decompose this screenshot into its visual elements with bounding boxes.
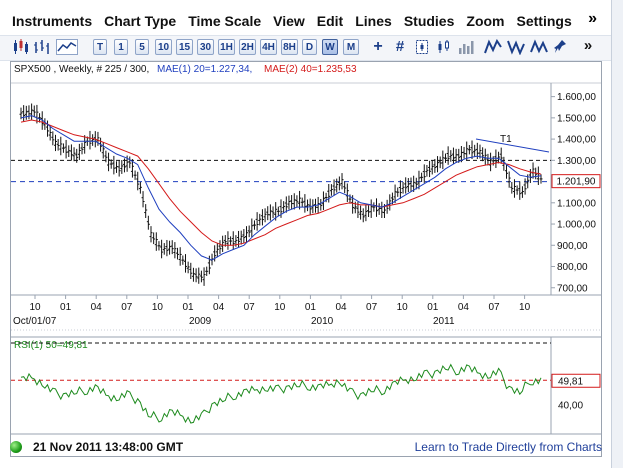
time-axis-month-label: 10 bbox=[152, 302, 164, 313]
window-edge bbox=[612, 0, 623, 468]
time-axis-year-label: 2010 bbox=[311, 316, 334, 327]
time-axis-month-label: 04 bbox=[458, 302, 470, 313]
current-price-value: 1.201,90 bbox=[557, 177, 596, 188]
line-chart-icon[interactable] bbox=[56, 39, 78, 55]
bar-chart-icon[interactable] bbox=[33, 39, 51, 55]
menu-settings[interactable]: Settings bbox=[517, 13, 572, 29]
volume-bars-icon[interactable] bbox=[458, 39, 476, 55]
timeframe-10m-button[interactable]: 10 bbox=[155, 39, 172, 55]
time-axis-month-label: 04 bbox=[91, 302, 103, 313]
timeframe-weekly-button[interactable]: W bbox=[322, 39, 338, 55]
trend-tool-icon[interactable] bbox=[484, 38, 502, 55]
time-axis-month-label: 07 bbox=[244, 302, 256, 313]
time-axis-month-label: 01 bbox=[60, 302, 72, 313]
chart-panel[interactable]: SPX500 , Weekly, # 225 / 300, MAE(1) 20=… bbox=[10, 61, 602, 457]
price-axis-tick-label: 900,00 bbox=[557, 241, 588, 252]
timeframe-1m-button[interactable]: 1 bbox=[114, 39, 128, 55]
time-axis-month-label: 10 bbox=[274, 302, 286, 313]
toolbar: T 1 5 10 15 30 1H 2H 4H 8H D W M + # » bbox=[0, 35, 611, 61]
time-axis-month-label: 01 bbox=[427, 302, 439, 313]
time-axis-month-label: 07 bbox=[121, 302, 133, 313]
chart-header-mae2: MAE(2) 40=1.235,53 bbox=[264, 64, 357, 75]
timeframe-1h-button[interactable]: 1H bbox=[218, 39, 235, 55]
chart-application: Instruments Chart Type Time Scale View E… bbox=[0, 0, 612, 468]
pin-icon[interactable] bbox=[553, 39, 567, 55]
price-axis-tick-label: 1.100,00 bbox=[557, 198, 596, 209]
status-datetime: 21 Nov 2011 13:48:00 GMT bbox=[33, 440, 184, 454]
timeframe-daily-button[interactable]: D bbox=[302, 39, 317, 55]
price-axis-tick-label: 800,00 bbox=[557, 262, 588, 273]
data-window-icon[interactable] bbox=[414, 39, 430, 55]
timeframe-tick-button[interactable]: T bbox=[93, 39, 107, 55]
pattern-tool-icon[interactable] bbox=[530, 39, 548, 55]
menu-time-scale[interactable]: Time Scale bbox=[188, 13, 261, 29]
annotation-t1: T1 bbox=[500, 134, 512, 145]
price-axis-tick-label: 1.300,00 bbox=[557, 156, 596, 167]
time-axis-month-label: 01 bbox=[305, 302, 317, 313]
price-axis-tick-label: 1.000,00 bbox=[557, 220, 596, 231]
rsi-value: 49,81 bbox=[558, 376, 583, 387]
chart-background bbox=[11, 62, 601, 456]
crosshair-icon[interactable]: + bbox=[370, 39, 386, 55]
time-axis-month-label: 10 bbox=[397, 302, 409, 313]
connection-status-icon bbox=[10, 441, 22, 453]
candle-style-icon[interactable] bbox=[436, 39, 452, 55]
price-axis-tick-label: 1.600,00 bbox=[557, 92, 596, 103]
time-axis-month-label: 04 bbox=[335, 302, 347, 313]
menu-overflow-button[interactable]: » bbox=[588, 10, 597, 28]
time-axis-month-label: 04 bbox=[213, 302, 225, 313]
time-axis-month-label: 10 bbox=[29, 302, 41, 313]
rsi-header: RSI(1) 50=49,81 bbox=[14, 340, 88, 351]
timeframe-30m-button[interactable]: 30 bbox=[197, 39, 214, 55]
learn-to-trade-link[interactable]: Learn to Trade Directly from Charts bbox=[415, 440, 602, 454]
time-axis-month-label: 07 bbox=[366, 302, 378, 313]
toolbar-overflow-button[interactable]: » bbox=[582, 38, 594, 55]
rsi-axis-tick: 40,00 bbox=[558, 401, 583, 412]
time-axis-year-label: 2011 bbox=[433, 316, 455, 327]
menu-lines[interactable]: Lines bbox=[355, 13, 392, 29]
chart-header-mae1: MAE(1) 20=1.227,34, bbox=[157, 64, 252, 75]
chart-header-symbol: SPX500 , Weekly, # 225 / 300, bbox=[14, 64, 149, 75]
chart-canvas[interactable]: SPX500 , Weekly, # 225 / 300, MAE(1) 20=… bbox=[11, 62, 601, 456]
menu-zoom[interactable]: Zoom bbox=[466, 13, 504, 29]
time-axis-year-label: Oct/01/07 bbox=[13, 316, 57, 327]
menu-edit[interactable]: Edit bbox=[317, 13, 343, 29]
time-axis-month-label: 01 bbox=[182, 302, 194, 313]
timeframe-15m-button[interactable]: 15 bbox=[176, 39, 193, 55]
menu-chart-type[interactable]: Chart Type bbox=[104, 13, 176, 29]
menu-studies[interactable]: Studies bbox=[404, 13, 455, 29]
time-axis-month-label: 07 bbox=[488, 302, 500, 313]
price-axis-tick-label: 700,00 bbox=[557, 283, 588, 294]
wave-tool-icon[interactable] bbox=[507, 39, 525, 56]
timeframe-5m-button[interactable]: 5 bbox=[135, 39, 149, 55]
menu-bar: Instruments Chart Type Time Scale View E… bbox=[0, 8, 611, 34]
menu-view[interactable]: View bbox=[273, 13, 305, 29]
candlestick-chart-icon[interactable] bbox=[12, 39, 30, 55]
price-axis-tick-label: 1.400,00 bbox=[557, 135, 596, 146]
status-bar: 21 Nov 2011 13:48:00 GMT Learn to Trade … bbox=[0, 436, 611, 458]
timeframe-8h-button[interactable]: 8H bbox=[281, 39, 298, 55]
time-axis-month-label: 10 bbox=[519, 302, 531, 313]
timeframe-4h-button[interactable]: 4H bbox=[260, 39, 277, 55]
timeframe-2h-button[interactable]: 2H bbox=[239, 39, 256, 55]
timeframe-monthly-button[interactable]: M bbox=[343, 39, 359, 55]
price-axis-tick-label: 1.500,00 bbox=[557, 113, 596, 124]
time-axis-year-label: 2009 bbox=[189, 316, 212, 327]
menu-instruments[interactable]: Instruments bbox=[12, 13, 92, 29]
grid-icon[interactable]: # bbox=[392, 39, 408, 55]
